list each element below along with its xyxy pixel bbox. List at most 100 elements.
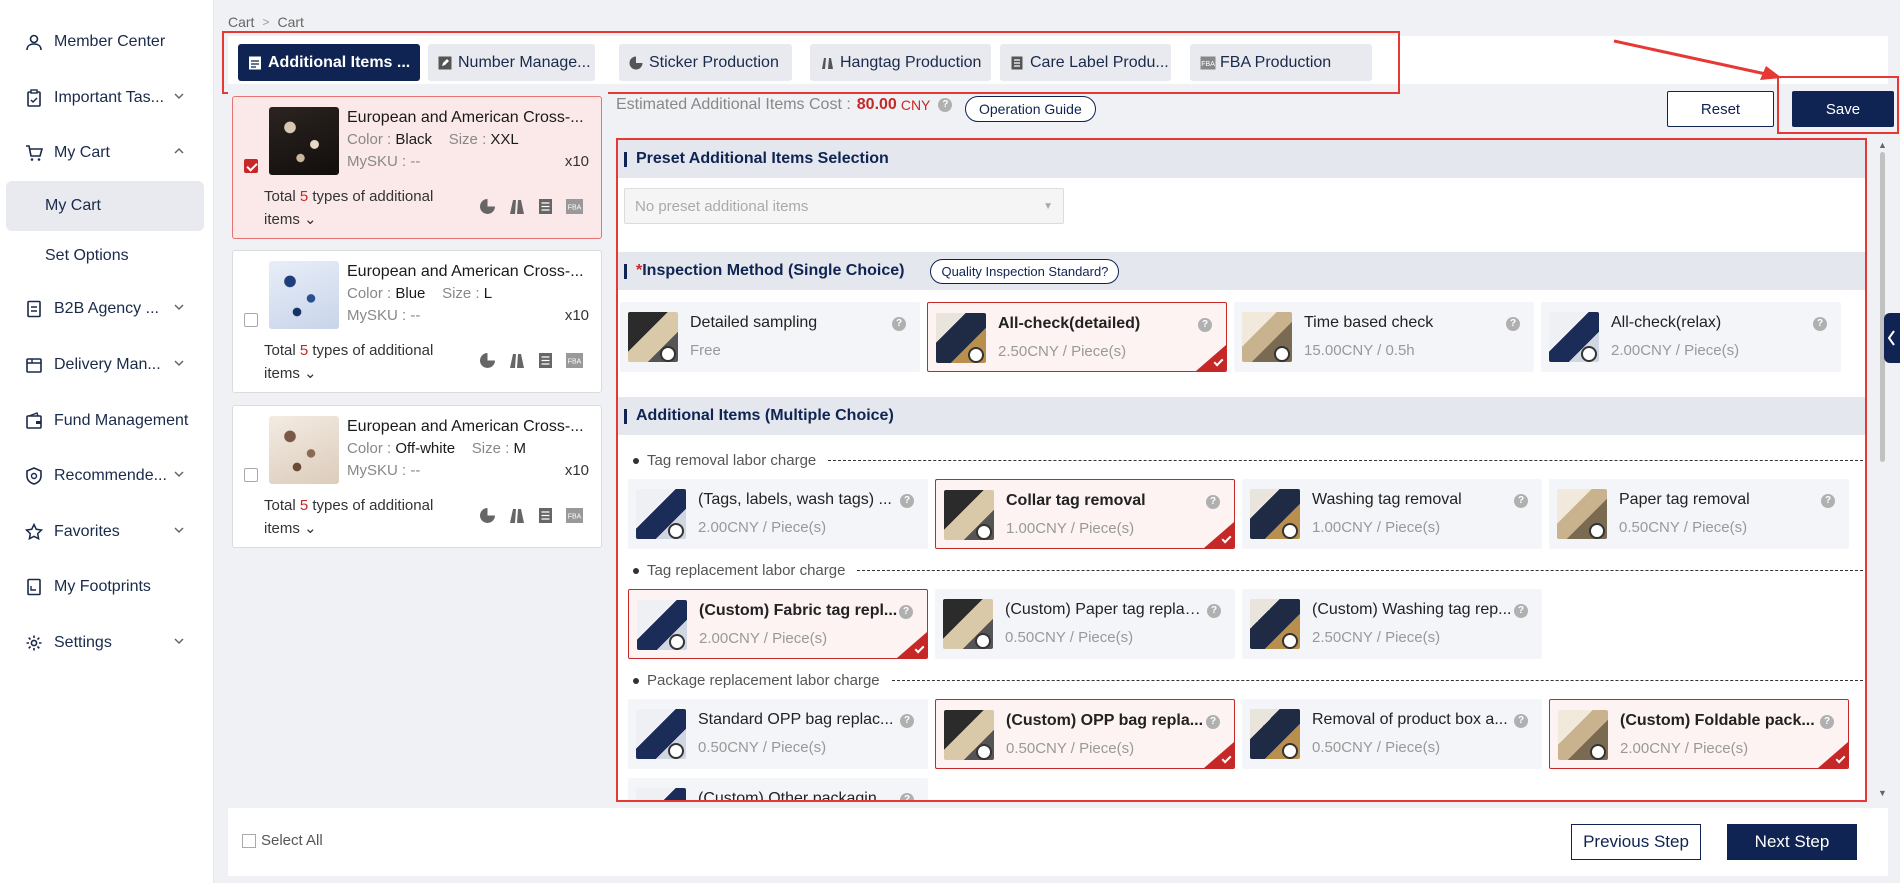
help-icon[interactable]: ? [938, 98, 953, 112]
reset-button[interactable]: Reset [1667, 91, 1774, 127]
help-icon[interactable]: ? [1514, 494, 1528, 508]
option-price: 2.00CNY / Piece(s) [698, 519, 827, 536]
option-card[interactable]: (Custom) OPP bag repla... 0.50CNY / Piece… [935, 699, 1235, 769]
option-card[interactable]: All-check(detailed) 2.50CNY / Piece(s)? [927, 302, 1227, 372]
sidebar-item-fund-management[interactable]: Fund Management [0, 397, 214, 445]
tab-hangtag-production[interactable]: Hangtag Production [810, 44, 991, 81]
next-step-button[interactable]: Next Step [1727, 824, 1857, 860]
sidebar-item-favorites[interactable]: Favorites [0, 508, 214, 556]
tab-sticker-production[interactable]: Sticker Production [619, 44, 792, 81]
document-icon [24, 299, 44, 319]
zoom-icon[interactable] [1590, 744, 1606, 760]
breadcrumb-item[interactable]: Cart [228, 14, 254, 30]
option-card[interactable]: Washing tag removal 1.00CNY / Piece(s)? [1242, 479, 1542, 549]
help-icon[interactable]: ? [892, 317, 906, 331]
size-label: Size : [471, 440, 514, 457]
option-card[interactable]: Detailed sampling Free? [620, 302, 920, 372]
scroll-down-icon[interactable]: ▼ [1878, 788, 1887, 798]
zoom-icon[interactable] [660, 346, 676, 362]
zoom-icon[interactable] [669, 634, 685, 650]
zoom-icon[interactable] [1282, 523, 1298, 539]
select-all-checkbox[interactable]: Select All [242, 832, 323, 849]
sidebar-subitem-set-options[interactable]: Set Options [0, 231, 214, 281]
quality-inspection-standard-button[interactable]: Quality Inspection Standard? [930, 258, 1120, 284]
option-card[interactable]: (Custom) Paper tag replac... 0.50CNY / Pi… [935, 589, 1235, 659]
option-price: 2.00CNY / Piece(s) [1620, 740, 1749, 757]
tab-additional-items[interactable]: Additional Items ... [238, 44, 420, 81]
sidebar-item-my-cart[interactable]: My Cart [0, 129, 214, 177]
sidebar-item-b2b-agency[interactable]: B2B Agency ... [0, 285, 214, 333]
sidebar-item-important-tasks[interactable]: Important Tas... [0, 74, 214, 122]
product-checkbox[interactable] [244, 313, 258, 327]
zoom-icon[interactable] [1282, 743, 1298, 759]
operation-guide-button[interactable]: Operation Guide [965, 96, 1096, 122]
option-card[interactable]: Paper tag removal 0.50CNY / Piece(s)? [1549, 479, 1849, 549]
help-icon[interactable]: ? [1514, 714, 1528, 728]
tab-fba-production[interactable]: FBA FBA Production [1190, 44, 1372, 81]
help-icon[interactable]: ? [1506, 317, 1520, 331]
option-card[interactable]: (Custom) Fabric tag repl... 2.00CNY / Pie… [628, 589, 928, 659]
product-card[interactable]: European and American Cross-... Color : … [232, 96, 602, 239]
help-icon[interactable]: ? [900, 494, 914, 508]
option-card[interactable]: (Custom) Other packaging...? [628, 778, 928, 800]
help-icon[interactable]: ? [1820, 715, 1834, 729]
size-value: L [483, 285, 493, 302]
scroll-up-icon[interactable]: ▲ [1878, 140, 1887, 150]
save-button[interactable]: Save [1792, 91, 1894, 127]
help-icon[interactable]: ? [1813, 317, 1827, 331]
help-icon[interactable]: ? [899, 605, 913, 619]
chevron-down-icon [172, 300, 186, 314]
zoom-icon[interactable] [1581, 346, 1597, 362]
product-total-types[interactable]: Total 5 types of additional items ⌄ [264, 185, 454, 231]
option-card[interactable]: Time based check 15.00CNY / 0.5h? [1234, 302, 1534, 372]
zoom-icon[interactable] [976, 744, 992, 760]
help-icon[interactable]: ? [1207, 604, 1221, 618]
option-card[interactable]: Standard OPP bag replac... 0.50CNY / Piec… [628, 699, 928, 769]
option-card[interactable]: (Custom) Foldable pack... 2.00CNY / Piece… [1549, 699, 1849, 769]
sidebar-item-recommended[interactable]: Recommende... [0, 452, 214, 500]
side-panel-toggle[interactable] [1884, 313, 1900, 363]
product-card[interactable]: European and American Cross-... Color : … [232, 405, 602, 548]
option-thumbnail [1242, 312, 1292, 362]
product-total-types[interactable]: Total 5 types of additional items ⌄ [264, 339, 454, 385]
help-icon[interactable]: ? [1206, 715, 1220, 729]
zoom-icon[interactable] [1274, 346, 1290, 362]
help-icon[interactable]: ? [1198, 318, 1212, 332]
zoom-icon[interactable] [975, 633, 991, 649]
sidebar-item-delivery-management[interactable]: Delivery Man... [0, 341, 214, 389]
help-icon[interactable]: ? [900, 714, 914, 728]
product-checkbox[interactable] [244, 159, 258, 173]
sidebar-item-my-footprints[interactable]: My Footprints [0, 563, 214, 611]
option-card[interactable]: Removal of product box a... 0.50CNY / Pie… [1242, 699, 1542, 769]
option-card[interactable]: (Tags, labels, wash tags) ... 2.00CNY / P… [628, 479, 928, 549]
sidebar-subitem-my-cart[interactable]: My Cart [6, 181, 204, 231]
zoom-icon[interactable] [976, 524, 992, 540]
help-icon[interactable]: ? [1821, 494, 1835, 508]
svg-text:FBA: FBA [568, 514, 582, 521]
sidebar-item-member-center[interactable]: Member Center [0, 18, 214, 66]
preset-select[interactable]: No preset additional items ▼ [624, 188, 1064, 224]
option-card[interactable]: All-check(relax) 2.00CNY / Piece(s)? [1541, 302, 1841, 372]
help-icon[interactable]: ? [900, 793, 914, 800]
scrollbar[interactable] [1880, 152, 1885, 462]
help-icon[interactable]: ? [1206, 495, 1220, 509]
product-card[interactable]: European and American Cross-... Color : … [232, 250, 602, 393]
zoom-icon[interactable] [1282, 633, 1298, 649]
zoom-icon[interactable] [668, 523, 684, 539]
product-total-types[interactable]: Total 5 types of additional items ⌄ [264, 494, 454, 540]
previous-step-button[interactable]: Previous Step [1571, 824, 1701, 860]
product-checkbox[interactable] [244, 468, 258, 482]
tab-number-management[interactable]: Number Manage... [428, 44, 595, 81]
zoom-icon[interactable] [1589, 523, 1605, 539]
help-icon[interactable]: ? [1514, 604, 1528, 618]
option-card[interactable]: Collar tag removal 1.00CNY / Piece(s)? [935, 479, 1235, 549]
sidebar-item-settings[interactable]: Settings [0, 619, 214, 667]
option-card[interactable]: (Custom) Washing tag rep... 2.50CNY / Pie… [1242, 589, 1542, 659]
edit-icon [438, 56, 452, 70]
sidebar-item-label: Member Center [54, 33, 166, 50]
tab-care-label-production[interactable]: Care Label Produ... [1000, 44, 1171, 81]
zoom-icon[interactable] [968, 347, 984, 363]
product-title: European and American Cross-... [347, 418, 584, 435]
total-text: Total [264, 497, 300, 514]
zoom-icon[interactable] [668, 743, 684, 759]
